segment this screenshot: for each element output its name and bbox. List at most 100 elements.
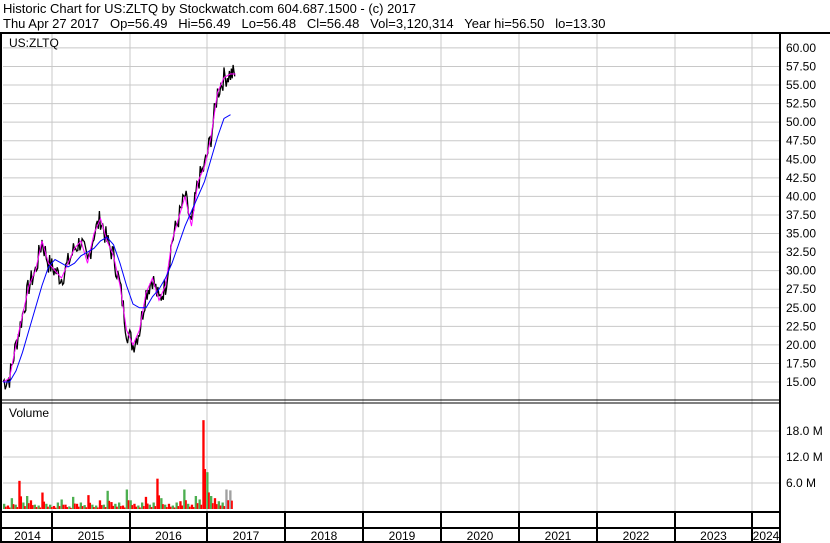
- volume-bar-down: [162, 504, 164, 509]
- volume-bar-down: [70, 507, 72, 509]
- volume-tick-label: 12.0 M: [786, 450, 823, 464]
- volume-bar-down: [204, 469, 207, 509]
- volume-bar-down: [89, 502, 92, 509]
- volume-bar-down: [188, 506, 191, 509]
- price-tick-label: 50.00: [786, 115, 816, 129]
- volume-bar-down: [154, 506, 157, 509]
- volume-bar-down: [93, 507, 95, 509]
- volume-bar-down: [173, 507, 176, 509]
- volume-bar-down: [24, 506, 26, 509]
- volume-bar-down: [135, 506, 138, 509]
- price-tick-label: 30.00: [786, 264, 816, 278]
- volume-bar-down: [131, 505, 134, 509]
- volume-bar-down: [227, 500, 230, 509]
- year-label: 2018: [311, 529, 338, 543]
- volume-bar-down: [104, 507, 107, 509]
- price-panel: [2, 64, 236, 390]
- volume-bar-down: [27, 503, 30, 509]
- volume-bar: [190, 504, 194, 509]
- volume-bar-down: [192, 507, 195, 509]
- trend-line: [2, 73, 236, 383]
- price-tick-label: 35.00: [786, 227, 816, 241]
- volume-bar-down: [20, 496, 23, 509]
- price-tick-label: 40.00: [786, 189, 816, 203]
- volume-bar-down: [150, 507, 153, 509]
- volume-bar-down: [211, 503, 214, 509]
- volume-bar-down: [47, 506, 49, 509]
- price-tick-label: 37.50: [786, 208, 816, 222]
- volume-bar-down: [139, 507, 141, 509]
- volume-bar-down: [108, 500, 111, 509]
- volume-bar-down: [127, 500, 130, 509]
- price-tick-label: 55.00: [786, 78, 816, 92]
- volume-bar-down: [58, 506, 61, 509]
- volume-bar-down: [8, 507, 11, 509]
- volume-bar-down: [62, 504, 65, 509]
- volume-bar-down: [54, 507, 57, 509]
- volume-bar: [213, 498, 217, 509]
- volume-bar: [98, 500, 102, 509]
- volume-bar-down: [77, 506, 80, 509]
- price-tick-label: 47.50: [786, 134, 816, 148]
- year-label: 2015: [78, 529, 105, 543]
- volume-bar-down: [219, 505, 222, 509]
- price-tick-label: 57.50: [786, 59, 816, 73]
- volume-bar-down: [112, 505, 115, 509]
- year-label: 2022: [623, 529, 650, 543]
- volume-bar-down: [181, 505, 184, 509]
- year-label: 2017: [233, 529, 260, 543]
- symbol-label: US:ZLTQ: [9, 36, 59, 50]
- volume-bar: [18, 480, 21, 509]
- volume-panel: [3, 420, 233, 509]
- chart-frame: [0, 32, 781, 543]
- volume-bar-down: [177, 506, 180, 509]
- volume-bar: [179, 501, 182, 509]
- volume-bar-down: [146, 503, 149, 509]
- volume-bar-down: [50, 507, 53, 509]
- volume-bar: [52, 505, 56, 509]
- volume-bar-down: [100, 505, 103, 509]
- year-label: 2023: [700, 529, 727, 543]
- volume-bar-down: [16, 507, 19, 509]
- volume-bar: [6, 505, 10, 509]
- price-tick-label: 25.00: [786, 301, 816, 315]
- volume-label: Volume: [9, 406, 49, 420]
- volume-bar-down: [142, 506, 145, 509]
- volume-bar: [64, 504, 67, 509]
- volume-bar: [144, 496, 148, 509]
- price-tick-label: 60.00: [786, 41, 816, 55]
- volume-bar-down: [31, 505, 34, 509]
- volume-bar: [29, 500, 33, 509]
- volume-bar-down: [185, 500, 187, 509]
- volume-bar-down: [196, 503, 199, 509]
- volume-bar-down: [43, 501, 46, 509]
- year-label: 2016: [155, 529, 182, 543]
- volume-bar-down: [123, 507, 126, 509]
- axes: 15.00 17.50 20.00 22.50 25.00 27.50 30.00 32.50…: [0, 32, 830, 543]
- volume-bar: [121, 505, 125, 509]
- volume-bar-down: [96, 507, 99, 509]
- year-label: 2014: [14, 529, 41, 543]
- price-tick-label: 22.50: [786, 319, 816, 333]
- volume-bar-down: [200, 504, 203, 509]
- volume-bar: [202, 420, 205, 509]
- volume-tick-label: 18.0 M: [786, 424, 823, 438]
- volume-bar-down: [223, 506, 226, 509]
- volume-bar: [75, 503, 79, 509]
- volume-bar-down: [66, 507, 69, 509]
- volume-bar-down: [208, 492, 210, 509]
- volume-bar: [133, 503, 136, 509]
- year-label: 2020: [467, 529, 494, 543]
- year-label: 2021: [545, 529, 572, 543]
- volume-bar: [225, 489, 228, 509]
- price-tick-label: 52.50: [786, 97, 816, 111]
- volume-bar: [41, 492, 44, 509]
- stock-chart: 15.00 17.50 20.00 22.50 25.00 27.50 30.00 32.50…: [0, 32, 830, 543]
- price-tick-label: 32.50: [786, 245, 816, 259]
- volume-bar-down: [12, 504, 15, 509]
- volume-bar-down: [215, 504, 218, 509]
- volume-bar-down: [119, 506, 122, 509]
- volume-bar: [167, 503, 171, 509]
- grid: [3, 34, 780, 512]
- price-tick-label: 17.50: [786, 356, 816, 370]
